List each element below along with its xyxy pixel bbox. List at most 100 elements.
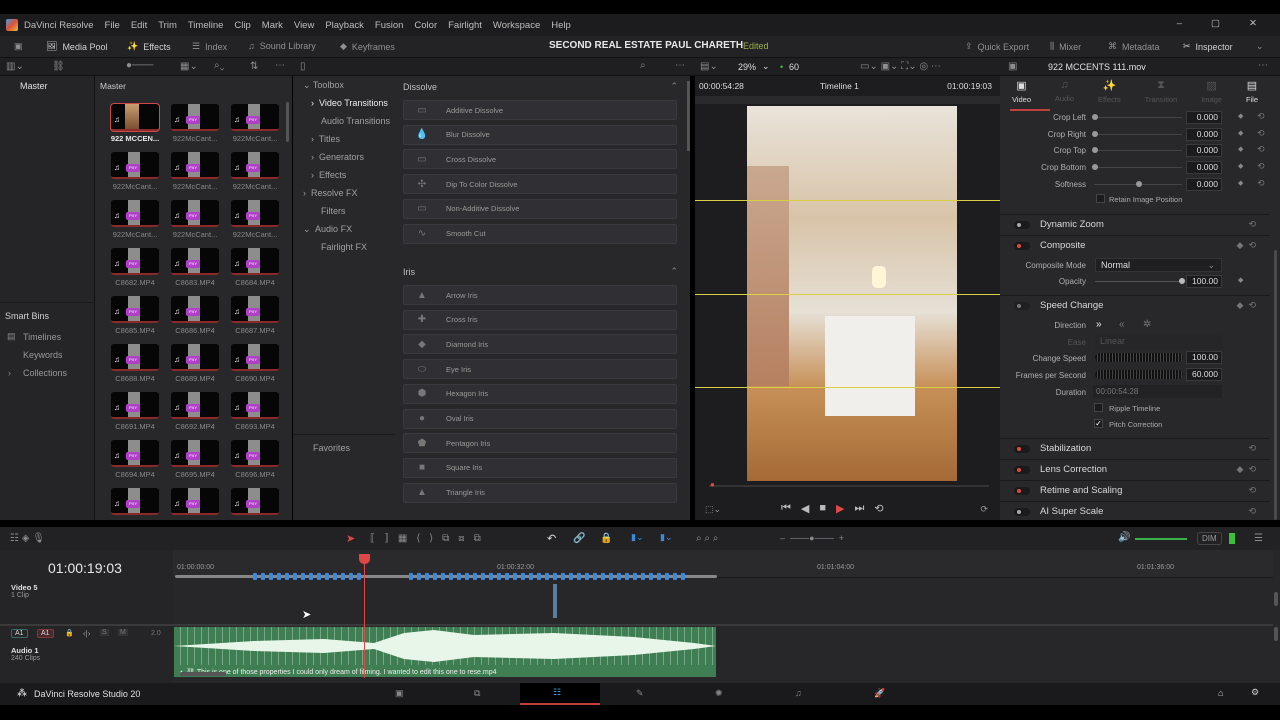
crop-slider[interactable] xyxy=(1094,167,1182,169)
keyframe-icon[interactable]: ◆ xyxy=(1238,179,1243,187)
change-speed-slider[interactable] xyxy=(1095,353,1183,362)
settings-gear-icon[interactable]: ⚙ xyxy=(1251,687,1259,698)
section-speed-change[interactable]: Speed Change ◆ ⟲ xyxy=(1000,295,1270,315)
page-media-icon[interactable]: ▣ xyxy=(395,688,404,699)
section-composite[interactable]: Composite ◆ ⟲ xyxy=(1000,235,1270,255)
volume-icon[interactable]: 🔊 xyxy=(1118,532,1130,543)
media-clip[interactable]: ♫ PXY C8683.MP4 xyxy=(165,248,225,289)
menu-file[interactable]: File xyxy=(105,20,120,31)
media-clip[interactable]: ♫ PXY C8686.MP4 xyxy=(165,296,225,337)
reset-icon[interactable]: ⟲ xyxy=(1257,128,1265,139)
reset-icon[interactable]: ⟲ xyxy=(1257,161,1265,172)
timeline-marker[interactable] xyxy=(513,573,517,580)
timeline-marker[interactable] xyxy=(261,573,265,580)
section-ai-super-scale[interactable]: AI Super Scale ⟲ xyxy=(1000,501,1270,521)
effect-item[interactable]: ◆ Diamond Iris xyxy=(403,334,677,355)
fps-input[interactable]: 60.000 xyxy=(1186,368,1222,381)
reset-icon[interactable]: ⟲ xyxy=(1257,111,1265,122)
media-clip[interactable]: ♫ PXY C8692.MP4 xyxy=(165,392,225,433)
zoom-level-dropdown[interactable]: 29% xyxy=(738,62,756,72)
timeline-marker[interactable] xyxy=(301,573,305,580)
reset-icon[interactable]: ⟲ xyxy=(1248,506,1256,517)
timeline-marker[interactable] xyxy=(665,573,669,580)
section-stabilization[interactable]: Stabilization ⟲ xyxy=(1000,438,1270,458)
viewer-mode-icon[interactable]: ▭⌄ ▣⌄ ⛶⌄ ◎ ⋯ xyxy=(860,61,941,72)
media-clip[interactable]: ♫ PXY xyxy=(225,488,285,529)
crop-value[interactable]: 0.000 xyxy=(1186,144,1222,158)
timeline-marker[interactable] xyxy=(417,573,421,580)
timeline-marker[interactable] xyxy=(593,573,597,580)
timeline-marker[interactable] xyxy=(309,573,313,580)
direction-reverse-icon[interactable]: « xyxy=(1119,319,1125,330)
timeline-marker[interactable] xyxy=(537,573,541,580)
timeline-marker[interactable] xyxy=(561,573,565,580)
auto-select-icon[interactable]: ‹|› xyxy=(83,629,90,638)
keyframes-button[interactable]: ◆ Keyframes xyxy=(340,41,395,52)
effect-item[interactable]: ▭ Cross Dissolve xyxy=(403,149,677,170)
playhead-marker-icon[interactable]: ● xyxy=(710,480,715,489)
dynamic-zoom-toggle[interactable] xyxy=(1014,220,1030,229)
media-clip[interactable]: ♫ PXY C8682.MP4 xyxy=(105,248,165,289)
timeline-marker[interactable] xyxy=(325,573,329,580)
timeline-marker[interactable] xyxy=(649,573,653,580)
go-to-start-icon[interactable]: ⏮ xyxy=(781,502,791,515)
lock-icon[interactable]: 🔒 xyxy=(600,533,612,544)
more-options-icon[interactable]: ⋯ xyxy=(275,60,285,71)
effects-search-icon[interactable]: ⌕ xyxy=(640,60,646,71)
tree-resolve-fx[interactable]: › Resolve FX xyxy=(303,188,358,198)
viewer-layout-icon[interactable]: ▤⌄ xyxy=(700,61,718,72)
page-fairlight-icon[interactable]: ♫ xyxy=(795,688,802,698)
effects-more-icon[interactable]: ⋯ xyxy=(675,60,685,71)
menu-playback[interactable]: Playback xyxy=(325,20,364,31)
effect-item[interactable]: ▲ Triangle Iris xyxy=(403,482,677,503)
media-clip[interactable]: ♫ PXY C8688.MP4 xyxy=(105,344,165,385)
media-clip[interactable]: ♫ PXY 922McCant... xyxy=(165,152,225,193)
menu-help[interactable]: Help xyxy=(551,20,571,31)
media-clip[interactable]: ♫ PXY 922McCant... xyxy=(225,104,285,145)
page-color-icon[interactable]: ✺ xyxy=(715,688,723,699)
marker-icon[interactable]: ▮⌄ xyxy=(660,532,673,543)
media-pool-button[interactable]: 🖼 Media Pool xyxy=(46,41,107,52)
section-retime-scaling[interactable]: Retime and Scaling ⟲ xyxy=(1000,480,1270,500)
zoom-fit-icons[interactable]: ⌕ ⌕ ⌕ xyxy=(696,533,718,544)
timeline-marker[interactable] xyxy=(521,573,525,580)
a1-source-button[interactable]: A1 xyxy=(11,629,28,638)
effect-item[interactable]: 💧 Blur Dissolve xyxy=(403,124,677,145)
effect-item[interactable]: ⬭ Eye Iris xyxy=(403,359,677,380)
timeline-marker[interactable] xyxy=(433,573,437,580)
inspector-tab-transition[interactable]: ⧗ Transition xyxy=(1145,79,1178,109)
track-divider[interactable] xyxy=(0,624,1273,626)
timeline-selector[interactable]: Timeline 1 xyxy=(820,81,859,91)
reset-icon[interactable]: ⟲ xyxy=(1257,178,1265,189)
timeline-marker[interactable] xyxy=(569,573,573,580)
media-clip[interactable]: ♫ PXY C8690.MP4 xyxy=(225,344,285,385)
page-fusion-icon[interactable]: ✎ xyxy=(636,688,644,699)
timeline-marker[interactable] xyxy=(465,573,469,580)
section-lens-correction[interactable]: Lens Correction ◆ ⟲ xyxy=(1000,459,1270,479)
tree-audio-fx[interactable]: ⌄ Audio FX xyxy=(303,224,352,235)
tree-filters[interactable]: Filters xyxy=(321,206,346,216)
zoom-chevron-icon[interactable]: ⌄ xyxy=(762,61,770,72)
timeline-marker[interactable] xyxy=(425,573,429,580)
grid-view-icon[interactable]: ▦⌄ xyxy=(180,61,198,72)
effect-item[interactable]: ■ Square Iris xyxy=(403,457,677,478)
menu-mark[interactable]: Mark xyxy=(262,20,283,31)
maximize-icon[interactable]: ▢ xyxy=(1211,18,1220,29)
crop-value[interactable]: 0.000 xyxy=(1186,111,1222,124)
keyframe-icon[interactable]: ◆ xyxy=(1238,145,1243,153)
crop-slider[interactable] xyxy=(1094,150,1182,152)
a1-destination-button[interactable]: A1 xyxy=(37,629,54,638)
reset-icon[interactable]: ◆ ⟲ xyxy=(1237,300,1256,311)
play-reverse-icon[interactable]: ◀ xyxy=(801,502,809,515)
retime-toggle[interactable] xyxy=(1014,486,1030,495)
opacity-slider[interactable] xyxy=(1095,278,1185,284)
timeline-marker[interactable] xyxy=(577,573,581,580)
smart-bin-keywords[interactable]: Keywords xyxy=(23,350,63,360)
crop-slider[interactable] xyxy=(1094,133,1182,135)
speed-change-toggle[interactable] xyxy=(1014,301,1030,310)
page-deliver-icon[interactable]: 🚀 xyxy=(874,688,885,699)
timeline-marker[interactable] xyxy=(609,573,613,580)
menu-view[interactable]: View xyxy=(294,20,314,31)
crop-value[interactable]: 0.000 xyxy=(1186,161,1222,175)
direction-forward-icon[interactable]: » xyxy=(1096,319,1102,330)
